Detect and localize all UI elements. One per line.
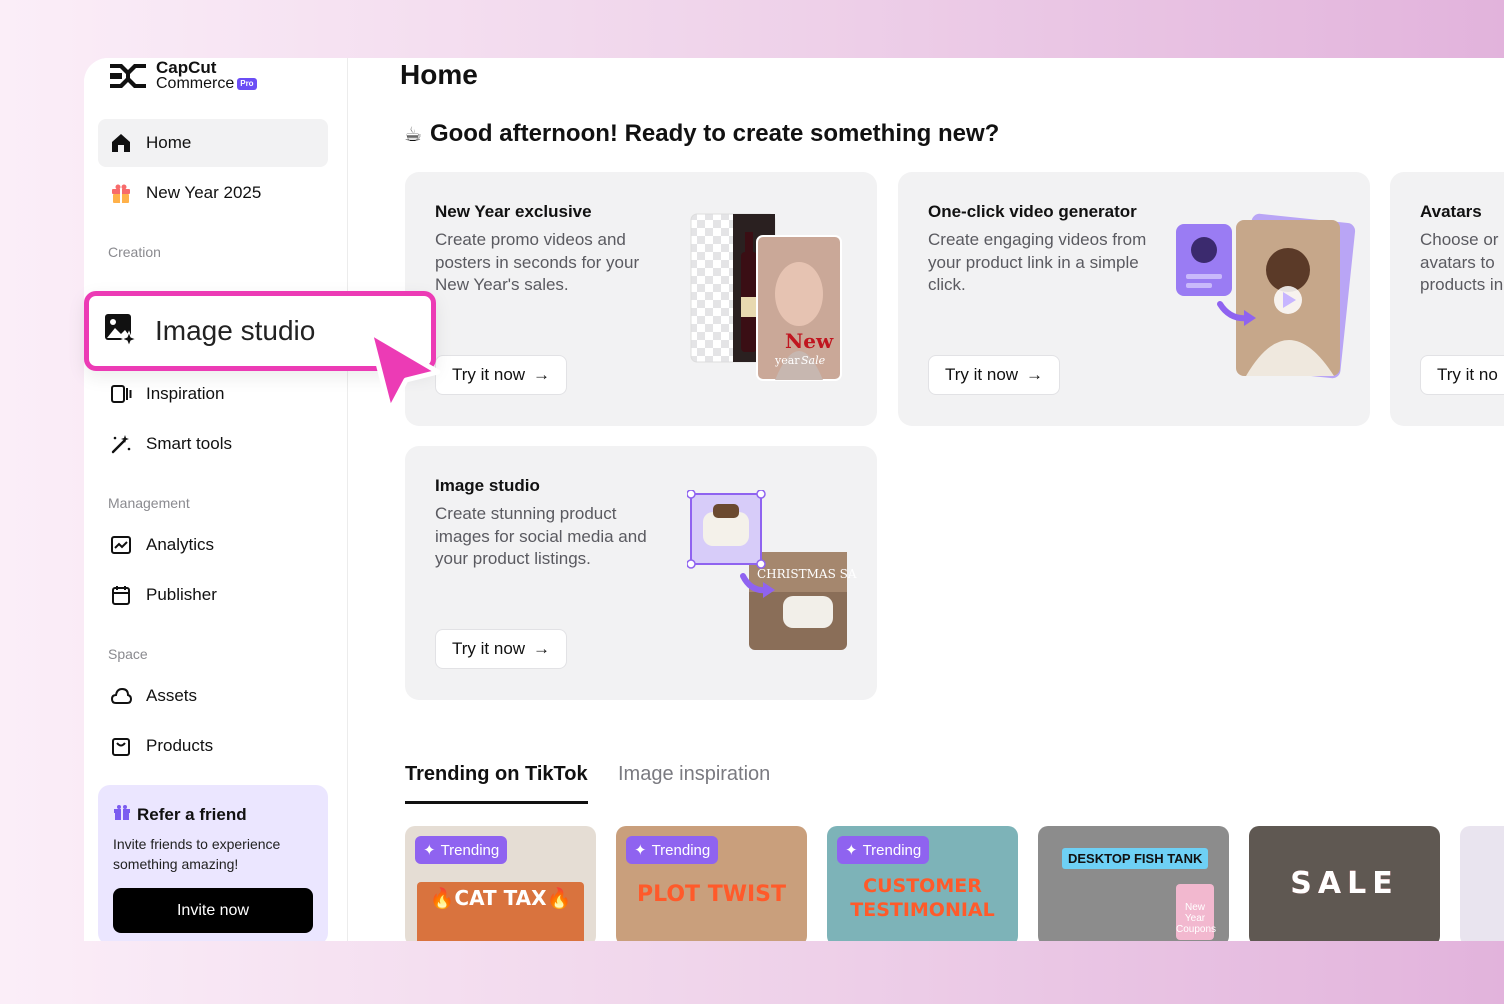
bag-icon bbox=[110, 735, 132, 757]
christmas-sale-text: CHRISTMAS SALE bbox=[757, 567, 857, 581]
button-label: Try it now bbox=[945, 365, 1019, 384]
card-description: Create promo videos and posters in secon… bbox=[435, 230, 640, 294]
inspiration-icon bbox=[110, 383, 132, 405]
thumb-caption: SALE bbox=[1290, 866, 1399, 901]
card-title: Image studio bbox=[435, 476, 540, 495]
sidebar-item-label: Publisher bbox=[146, 585, 217, 604]
feature-card-avatars[interactable]: Avatars Choose or avatars to products in… bbox=[1390, 172, 1504, 426]
pointer-cursor-icon bbox=[367, 329, 441, 413]
magic-wand-icon bbox=[110, 433, 132, 455]
new-year-poster-illustration: New year Sale bbox=[690, 213, 842, 381]
sparkle-icon: ✦ bbox=[845, 842, 858, 859]
try-it-now-button[interactable]: Try it no bbox=[1420, 355, 1504, 395]
section-label-management: Management bbox=[108, 495, 190, 511]
sidebar-item-assets[interactable]: Assets bbox=[98, 672, 328, 720]
sidebar-item-smart-tools[interactable]: Smart tools bbox=[98, 420, 328, 468]
card-description: Choose or avatars to products in bbox=[1420, 230, 1504, 294]
sidebar-item-label: Assets bbox=[146, 686, 198, 705]
feature-card-image-studio[interactable]: Image studio Create stunning product ima… bbox=[405, 446, 877, 700]
video-generator-illustration bbox=[1176, 213, 1356, 379]
card-title: One-click video generator bbox=[928, 202, 1137, 221]
sparkle-icon: ✦ bbox=[423, 842, 436, 859]
thumb-caption: PLOT TWIST bbox=[636, 882, 787, 907]
sidebar-item-publisher[interactable]: Publisher bbox=[98, 571, 328, 619]
app-window: CapCut Commerce Pro Home New Year 2025 Cr… bbox=[84, 58, 1504, 941]
trending-thumb[interactable]: DESKTOP FISH TANK New Year Coupons bbox=[1038, 826, 1229, 941]
capcut-logo-icon bbox=[110, 64, 146, 88]
active-tab-underline bbox=[405, 801, 588, 804]
card-title: Avatars bbox=[1420, 202, 1482, 221]
image-studio-label: Image studio bbox=[155, 315, 316, 346]
sidebar-item-label: Analytics bbox=[146, 535, 215, 554]
image-studio-icon bbox=[103, 312, 138, 351]
card-title: New Year exclusive bbox=[435, 202, 592, 221]
section-label-space: Space bbox=[108, 646, 148, 662]
sidebar: CapCut Commerce Pro Home New Year 2025 Cr… bbox=[84, 58, 348, 941]
feature-card-new-year[interactable]: New Year exclusive Create promo videos a… bbox=[405, 172, 877, 426]
gift-icon bbox=[113, 803, 131, 826]
sidebar-item-label: Smart tools bbox=[146, 434, 232, 453]
section-label-creation: Creation bbox=[108, 244, 161, 260]
greeting: ☕ Good afternoon! Ready to create someth… bbox=[404, 120, 999, 148]
tab-image-inspiration[interactable]: Image inspiration bbox=[618, 763, 770, 786]
sidebar-item-label: Home bbox=[146, 133, 192, 152]
sidebar-item-analytics[interactable]: Analytics bbox=[98, 521, 328, 569]
trending-badge: ✦ Trending bbox=[415, 836, 508, 864]
thumb-caption: CUSTOMER TESTIMONIAL bbox=[850, 875, 995, 921]
sidebar-item-label: Products bbox=[146, 736, 214, 755]
feature-card-video-generator[interactable]: One-click video generator Create engagin… bbox=[898, 172, 1370, 426]
pro-badge: Pro bbox=[237, 78, 257, 90]
coffee-icon: ☕ bbox=[404, 123, 422, 146]
screen-frame: CapCut Commerce Pro Home New Year 2025 Cr… bbox=[0, 0, 1504, 1004]
invite-now-button[interactable]: Invite now bbox=[113, 888, 313, 933]
sidebar-item-inspiration[interactable]: Inspiration bbox=[98, 370, 328, 418]
poster-text-sale: Sale bbox=[801, 354, 826, 367]
arrow-right-icon: → bbox=[533, 365, 551, 384]
image-studio-illustration: CHRISTMAS SALE bbox=[687, 490, 857, 650]
sidebar-item-products[interactable]: Products bbox=[98, 722, 328, 770]
arrow-right-icon: → bbox=[533, 639, 551, 658]
button-label: Try it now bbox=[452, 365, 526, 384]
refer-description: Invite friends to experience something a… bbox=[113, 836, 281, 872]
trending-thumb[interactable]: ✦ Trending CUSTOMER TESTIMONIAL bbox=[827, 826, 1018, 941]
analytics-icon bbox=[110, 534, 132, 556]
home-icon bbox=[110, 132, 132, 154]
poster-text-new: New bbox=[785, 329, 834, 353]
gift-icon bbox=[110, 182, 132, 204]
calendar-icon bbox=[110, 584, 132, 606]
poster-text-year: year bbox=[774, 354, 800, 367]
app-logo[interactable]: CapCut Commerce Pro bbox=[108, 58, 257, 94]
trending-thumb[interactable] bbox=[1460, 826, 1504, 941]
button-label: Try it now bbox=[452, 639, 526, 658]
sidebar-item-new-year[interactable]: New Year 2025 bbox=[98, 169, 328, 217]
try-it-now-button[interactable]: Try it now → bbox=[928, 355, 1061, 395]
sparkle-icon: ✦ bbox=[634, 842, 647, 859]
sidebar-item-home[interactable]: Home bbox=[98, 119, 328, 167]
logo-line-2: Commerce bbox=[156, 75, 235, 92]
refer-title: Refer a friend bbox=[137, 804, 247, 824]
card-description: Create stunning product images for socia… bbox=[435, 504, 647, 568]
sidebar-item-label: New Year 2025 bbox=[146, 183, 262, 202]
greeting-text: Good afternoon! Ready to create somethin… bbox=[429, 120, 1000, 147]
tab-trending-tiktok[interactable]: Trending on TikTok bbox=[405, 763, 588, 786]
trending-badge: ✦ Trending bbox=[837, 836, 930, 864]
trending-thumb[interactable]: ✦ Trending 🔥CAT TAX🔥 bbox=[405, 826, 596, 941]
coupon-tag: New Year Coupons bbox=[1176, 884, 1216, 940]
logo-line-1: CapCut bbox=[156, 58, 217, 77]
trending-badge: ✦ Trending bbox=[626, 836, 719, 864]
cloud-icon bbox=[110, 685, 132, 707]
trending-thumb[interactable]: SALE bbox=[1249, 826, 1440, 941]
try-it-now-button[interactable]: Try it now → bbox=[435, 629, 568, 669]
arrow-right-icon: → bbox=[1026, 365, 1044, 384]
button-label: Try it no bbox=[1437, 365, 1498, 384]
trending-thumb[interactable]: ✦ Trending PLOT TWIST bbox=[616, 826, 807, 941]
sidebar-item-label: Inspiration bbox=[146, 384, 225, 403]
thumb-caption: DESKTOP FISH TANK bbox=[1062, 848, 1209, 869]
main-content: Home ☕ Good afternoon! Ready to create s… bbox=[349, 58, 1504, 941]
page-title: Home bbox=[400, 59, 478, 90]
try-it-now-button[interactable]: Try it now → bbox=[435, 355, 568, 395]
refer-card: Refer a friend Invite friends to experie… bbox=[98, 785, 328, 941]
card-description: Create engaging videos from your product… bbox=[928, 230, 1147, 294]
thumb-caption: 🔥CAT TAX🔥 bbox=[429, 886, 572, 910]
